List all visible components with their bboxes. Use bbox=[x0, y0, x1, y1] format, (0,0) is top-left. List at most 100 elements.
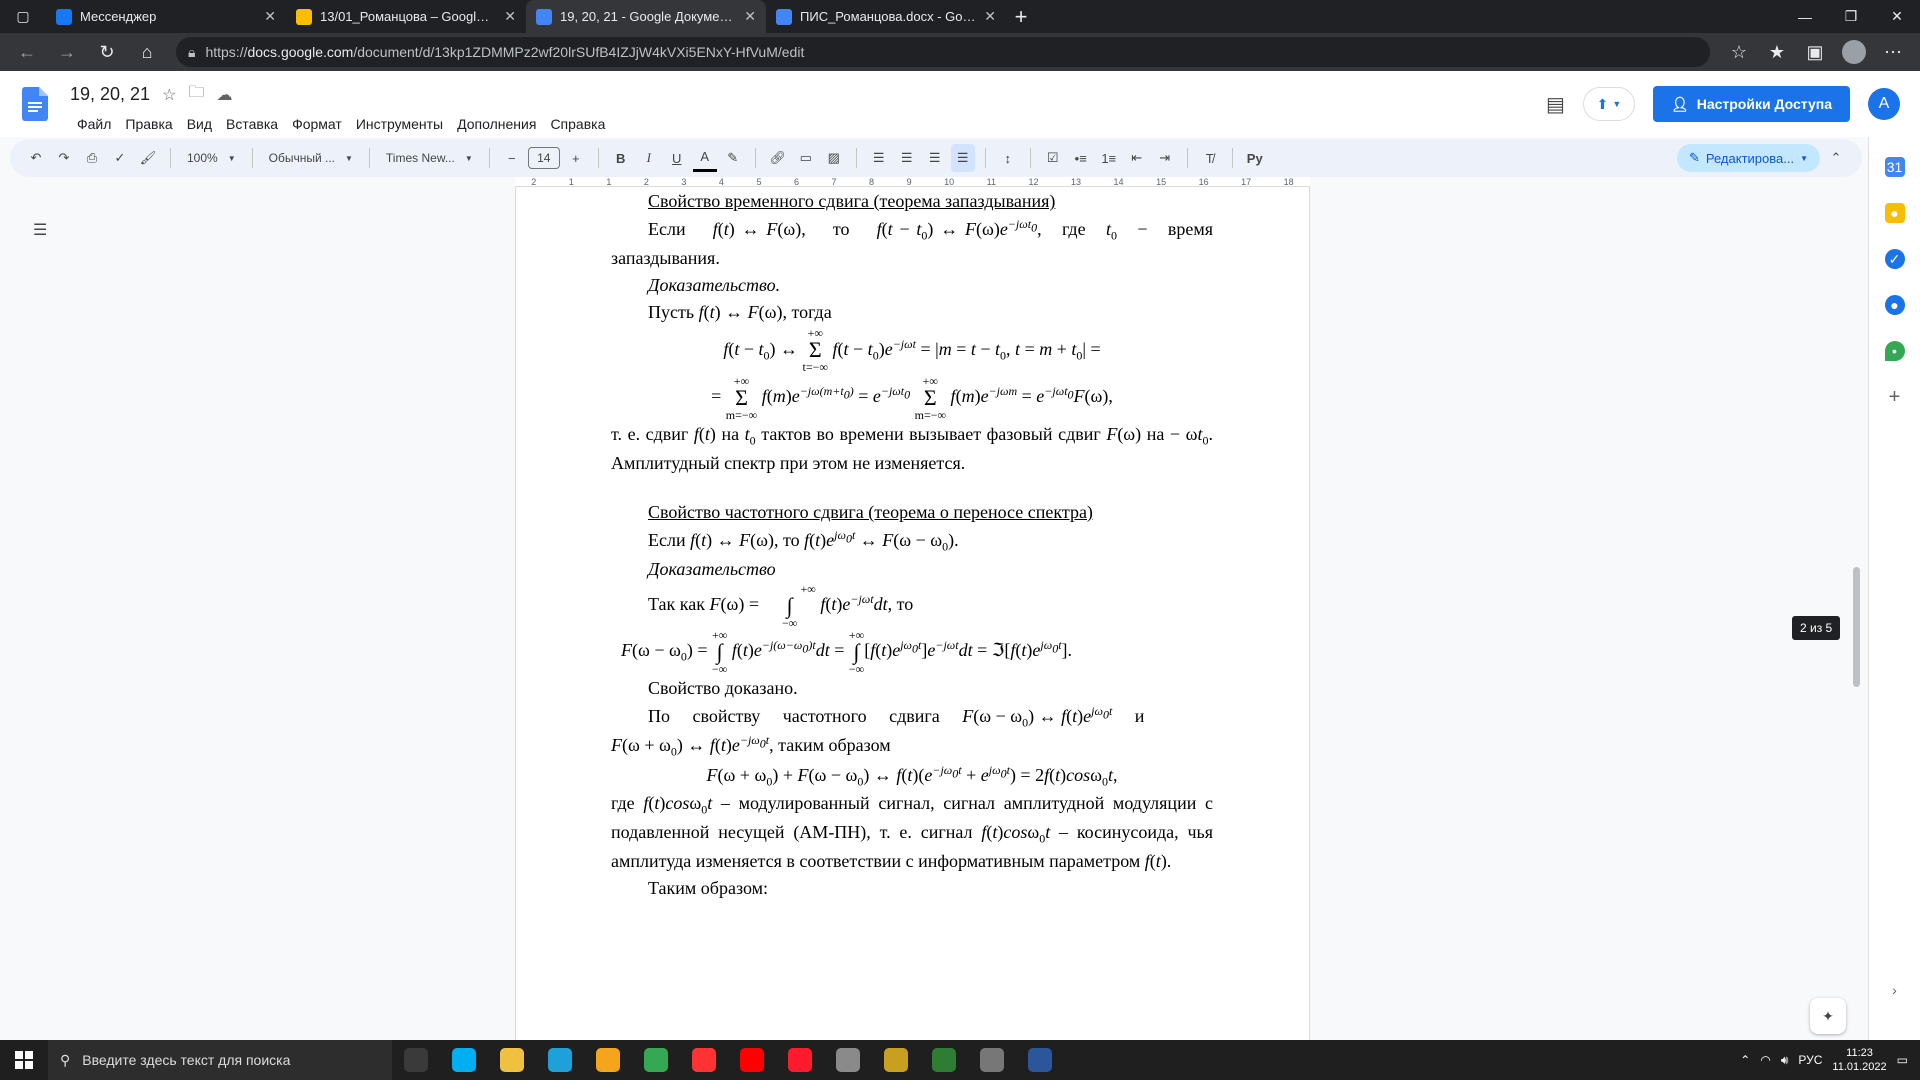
font-size-input[interactable]: 14 bbox=[527, 147, 560, 169]
taskbar-search[interactable]: ⚲ Введите здесь текст для поиска bbox=[48, 1040, 392, 1080]
undo-icon[interactable]: ↶ bbox=[24, 144, 48, 172]
chevron-up-icon[interactable]: ⌃ bbox=[1740, 1053, 1750, 1067]
checklist-icon[interactable]: ☑ bbox=[1041, 144, 1065, 172]
skype-taskbar-icon[interactable] bbox=[440, 1040, 488, 1080]
restore-icon[interactable]: ❐ bbox=[1828, 0, 1874, 33]
maps-taskbar-icon[interactable] bbox=[920, 1040, 968, 1080]
document-title[interactable]: 19, 20, 21 bbox=[70, 84, 150, 105]
opera-taskbar-icon[interactable] bbox=[776, 1040, 824, 1080]
cloud-status-icon[interactable]: ☁︎ bbox=[216, 85, 232, 105]
bulleted-list-icon[interactable]: •≡ bbox=[1069, 144, 1093, 172]
start-button[interactable] bbox=[0, 1040, 48, 1080]
favorites-icon[interactable]: ★ bbox=[1760, 37, 1794, 67]
spellcheck-icon[interactable]: ✓ bbox=[108, 144, 132, 172]
contacts-icon[interactable]: ● bbox=[1884, 295, 1905, 315]
collections-icon[interactable]: ▣ bbox=[1798, 37, 1832, 67]
yandex-taskbar-icon[interactable] bbox=[728, 1040, 776, 1080]
browser-tab[interactable]: ПИС_Романцова.docx - Google ✕ bbox=[766, 0, 1006, 33]
close-tab-icon[interactable]: ✕ bbox=[264, 8, 276, 25]
highlight-icon[interactable]: ✎ bbox=[721, 144, 745, 172]
back-icon[interactable]: ← bbox=[10, 37, 44, 67]
account-avatar[interactable]: A bbox=[1868, 88, 1900, 120]
print-icon[interactable]: ⎙ bbox=[80, 144, 104, 172]
explore-icon[interactable]: ✦ bbox=[1810, 998, 1846, 1034]
network-icon[interactable]: ◠ bbox=[1760, 1053, 1770, 1067]
underline-icon[interactable]: U bbox=[665, 144, 689, 172]
close-tab-icon[interactable]: ✕ bbox=[504, 8, 516, 25]
italic-icon[interactable]: I bbox=[637, 144, 661, 172]
comments-icon[interactable]: ▤ bbox=[1546, 92, 1565, 117]
comment-icon[interactable]: ▭ bbox=[794, 144, 818, 172]
minimize-icon[interactable]: — bbox=[1782, 0, 1828, 33]
move-folder-icon[interactable]: 🗀︎ bbox=[188, 81, 204, 108]
increase-font-size-button[interactable]: + bbox=[564, 144, 588, 172]
align-center-icon[interactable]: ☰ bbox=[895, 144, 919, 172]
ruler[interactable]: 2 1 1 2 3 4 5 6 7 8 9 10 11 12 13 14 15 16 17 18 bbox=[515, 177, 1310, 187]
collapse-menus-icon[interactable]: ⌃ bbox=[1824, 144, 1848, 172]
align-left-icon[interactable]: ☰ bbox=[867, 144, 891, 172]
reload-icon[interactable]: ↻ bbox=[90, 37, 124, 67]
redo-icon[interactable]: ↷ bbox=[52, 144, 76, 172]
paint-format-icon[interactable]: 🖌︎ bbox=[136, 144, 160, 172]
share-button[interactable]: 👤︎ Настройки Доступа bbox=[1652, 86, 1850, 122]
menu-insert[interactable]: Вставка bbox=[219, 114, 285, 134]
home-icon[interactable]: ⌂ bbox=[130, 37, 164, 67]
new-tab-button[interactable]: + bbox=[1006, 0, 1036, 33]
star-icon[interactable]: ☆ bbox=[162, 85, 176, 105]
app-yellow-taskbar-icon[interactable] bbox=[872, 1040, 920, 1080]
forward-icon[interactable]: → bbox=[50, 37, 84, 67]
menu-view[interactable]: Вид bbox=[180, 114, 219, 134]
add-addon-icon[interactable]: + bbox=[1885, 386, 1905, 408]
close-tab-icon[interactable]: ✕ bbox=[984, 8, 996, 25]
style-select[interactable]: Обычный ... ▼ bbox=[263, 151, 359, 165]
editing-mode-button[interactable]: ✎ Редактирова... ▼ bbox=[1676, 144, 1820, 172]
calendar-icon[interactable]: 31 bbox=[1884, 157, 1905, 177]
window-menu-icon[interactable]: ▢ bbox=[0, 0, 46, 33]
keep-icon[interactable]: ● bbox=[1884, 203, 1905, 223]
zoom-select[interactable]: 100% ▼ bbox=[181, 151, 242, 165]
volume-icon[interactable]: 🔊︎ bbox=[1781, 1053, 1789, 1068]
store-taskbar-icon[interactable] bbox=[584, 1040, 632, 1080]
close-window-icon[interactable]: ✕ bbox=[1874, 0, 1920, 33]
link-icon[interactable]: 🔗︎ bbox=[766, 144, 790, 172]
profile-avatar[interactable] bbox=[1842, 40, 1866, 64]
explorer-taskbar-icon[interactable] bbox=[488, 1040, 536, 1080]
input-tools-icon[interactable]: Ру bbox=[1243, 144, 1267, 172]
scrollbar[interactable] bbox=[1853, 567, 1860, 687]
align-justify-icon[interactable]: ☰ bbox=[950, 144, 975, 172]
browser-tab[interactable]: Мессенджер ✕ bbox=[46, 0, 286, 33]
menu-addons[interactable]: Дополнения bbox=[450, 114, 543, 134]
clock[interactable]: 11:23 11.01.2022 bbox=[1832, 1046, 1886, 1075]
image-icon[interactable]: ▨ bbox=[822, 144, 846, 172]
decrease-font-size-button[interactable]: − bbox=[500, 144, 524, 172]
maps-icon[interactable]: • bbox=[1884, 341, 1905, 361]
tasks-icon[interactable]: ✓ bbox=[1884, 249, 1905, 269]
increase-indent-icon[interactable]: ⇥ bbox=[1153, 144, 1177, 172]
more-menu-icon[interactable]: ⋯ bbox=[1876, 37, 1910, 67]
line-spacing-icon[interactable]: ↕ bbox=[996, 144, 1020, 172]
font-select[interactable]: Times New... ▼ bbox=[380, 151, 479, 165]
menu-tools[interactable]: Инструменты bbox=[349, 114, 450, 134]
bold-icon[interactable]: B bbox=[609, 144, 633, 172]
menu-edit[interactable]: Правка bbox=[118, 114, 179, 134]
align-right-icon[interactable]: ☰ bbox=[923, 144, 947, 172]
browser-tab[interactable]: 13/01_Романцова – Google Дис ✕ bbox=[286, 0, 526, 33]
document-page[interactable]: Свойство временного сдвига (теорема запа… bbox=[515, 187, 1310, 1040]
add-favorite-icon[interactable]: ☆ bbox=[1722, 37, 1756, 67]
close-tab-icon[interactable]: ✕ bbox=[744, 8, 756, 25]
clear-formatting-icon[interactable]: T̸ bbox=[1198, 144, 1222, 172]
task-view-taskbar-icon[interactable] bbox=[392, 1040, 440, 1080]
media-player-taskbar-icon[interactable] bbox=[824, 1040, 872, 1080]
language-indicator[interactable]: РУС bbox=[1798, 1053, 1822, 1067]
menu-help[interactable]: Справка bbox=[543, 114, 612, 134]
numbered-list-icon[interactable]: 1≡ bbox=[1097, 144, 1121, 172]
address-bar[interactable]: 🔒︎ https://docs.google.com/document/d/13… bbox=[176, 37, 1710, 67]
word-taskbar-icon[interactable] bbox=[1016, 1040, 1064, 1080]
menu-format[interactable]: Формат bbox=[285, 114, 349, 134]
calculator-taskbar-icon[interactable] bbox=[968, 1040, 1016, 1080]
edge-taskbar-icon[interactable] bbox=[536, 1040, 584, 1080]
notifications-icon[interactable]: ▭ bbox=[1897, 1053, 1908, 1067]
yandex-browser-taskbar-icon[interactable] bbox=[680, 1040, 728, 1080]
menu-file[interactable]: Файл bbox=[70, 114, 118, 134]
outline-icon[interactable]: ☰ bbox=[33, 220, 47, 240]
